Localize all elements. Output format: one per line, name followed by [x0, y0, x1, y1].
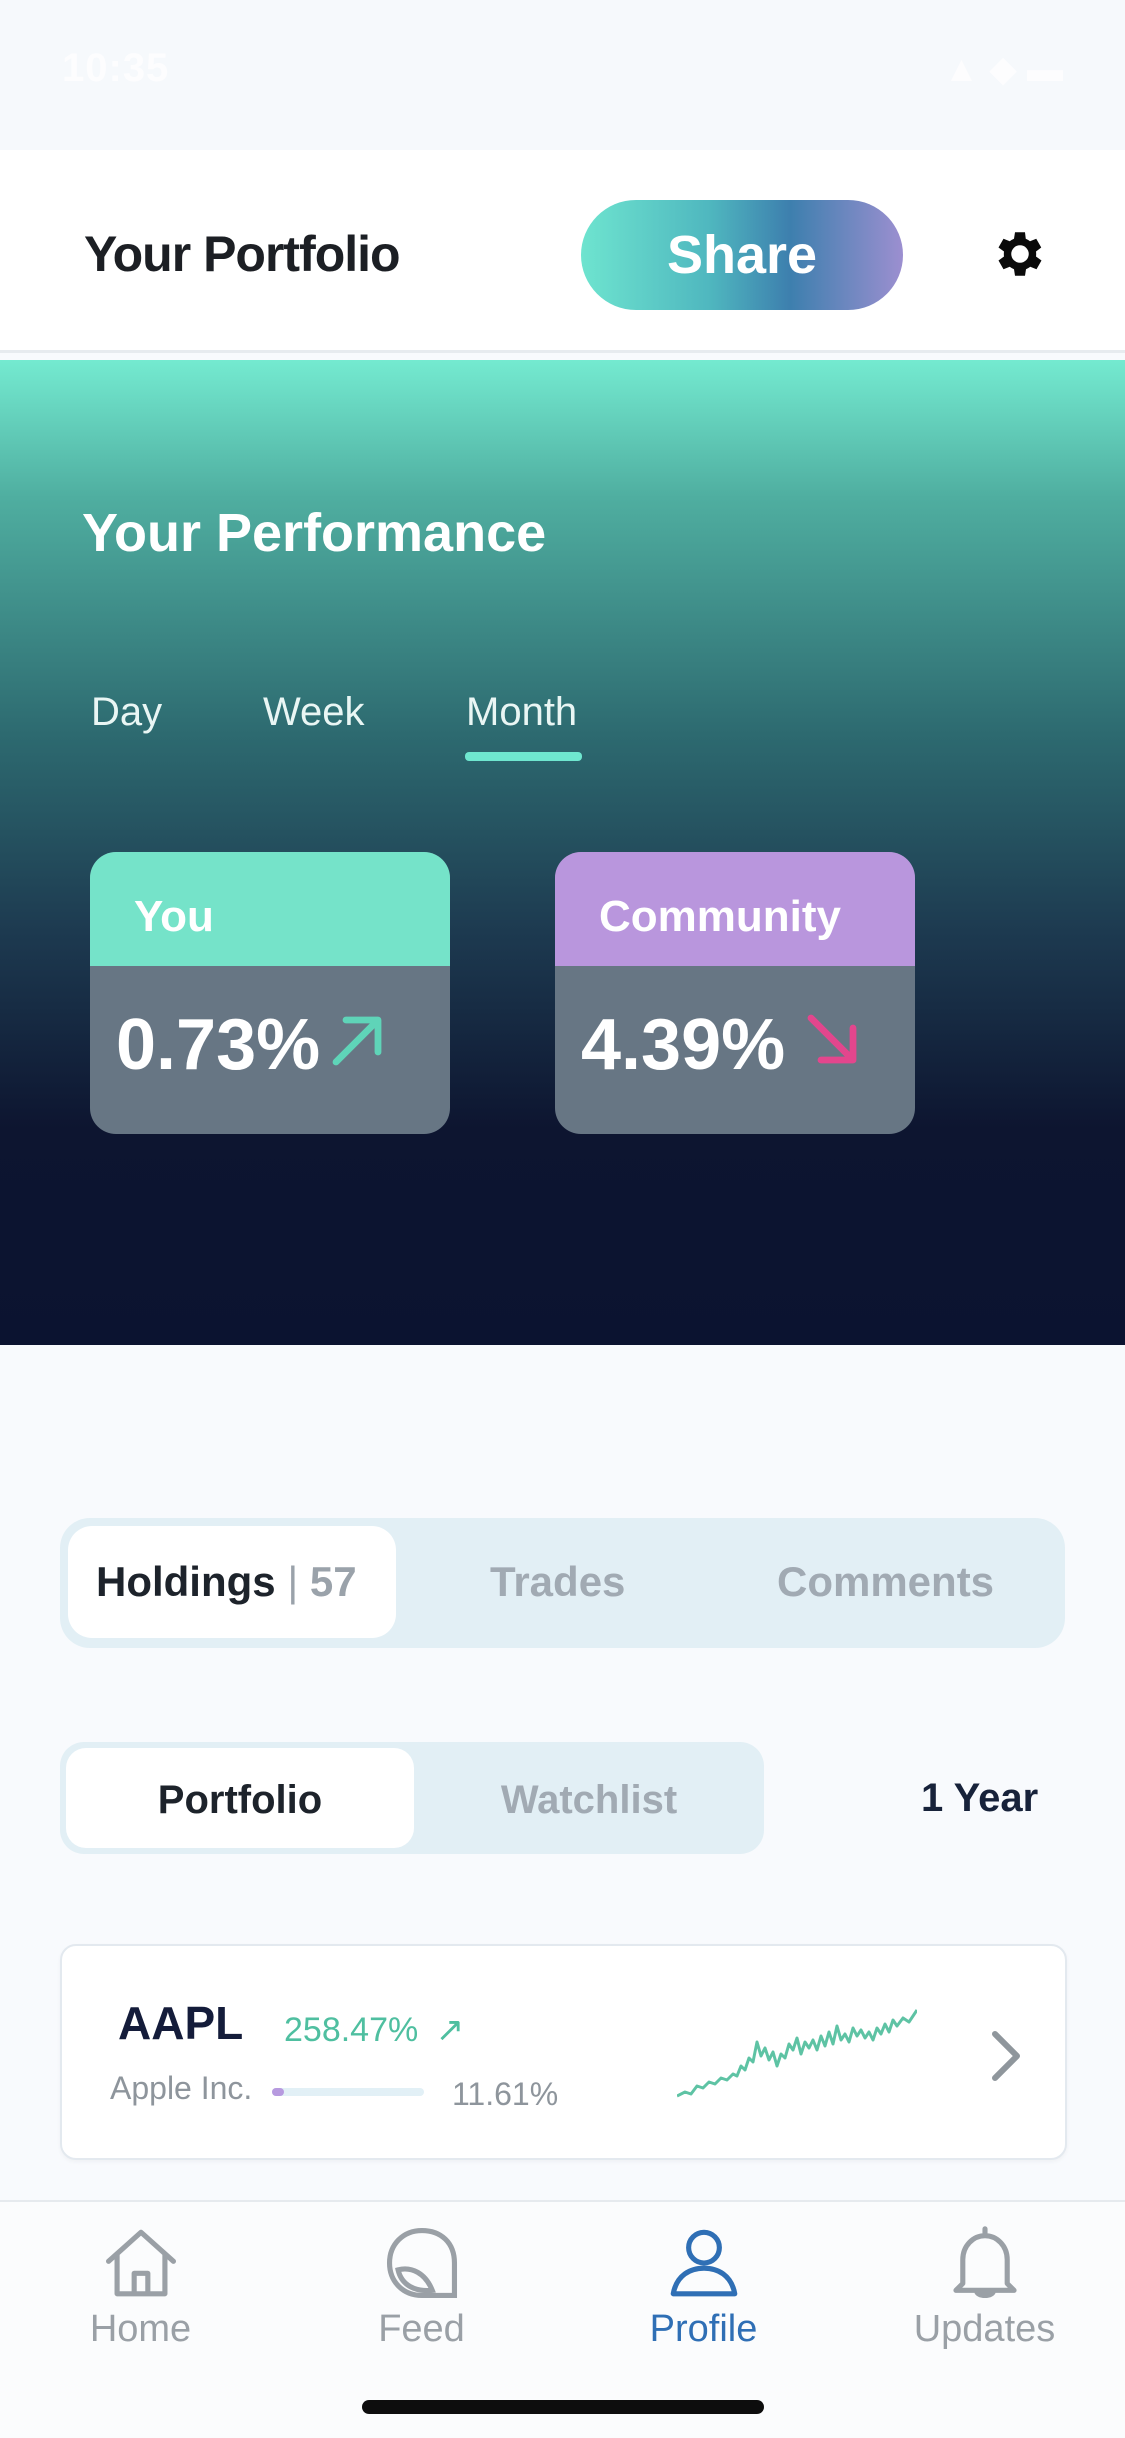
home-indicator	[362, 2400, 764, 2414]
status-time: 10:35	[62, 46, 170, 90]
status-bar: 10:35 ▲ ◆ ▬	[0, 0, 1125, 150]
you-label: You	[134, 892, 214, 941]
page-title: Your Portfolio	[84, 226, 401, 282]
trend-up-icon	[332, 1016, 382, 1066]
holding-company: Apple Inc.	[110, 2070, 253, 2106]
share-button[interactable]: Share	[581, 200, 903, 310]
active-tab-indicator	[465, 752, 582, 761]
tab-watchlist[interactable]: Watchlist	[414, 1778, 764, 1823]
portfolio-weight-fill	[272, 2088, 284, 2096]
tab-week[interactable]: Week	[263, 690, 365, 735]
community-value: 4.39%	[581, 1005, 786, 1085]
you-value: 0.73%	[116, 1005, 321, 1085]
tab-month[interactable]: Month	[466, 690, 577, 735]
feed-icon	[386, 2227, 458, 2299]
tab-home-label: Home	[89, 2308, 192, 2350]
holding-ticker: AAPL	[118, 1997, 244, 2049]
holdings-label: Holdings	[96, 1558, 276, 1605]
tab-feed[interactable]: Feed	[281, 2202, 562, 2392]
profile-icon	[670, 2229, 738, 2297]
holding-change: 258.47% ↗	[284, 2010, 464, 2050]
chevron-right-icon[interactable]	[987, 2026, 1027, 2086]
holdings-divider: |	[287, 1558, 310, 1605]
performance-panel: Your Performance Day Week Month You 0.73…	[0, 360, 1125, 1345]
tab-updates-label: Updates	[913, 2308, 1056, 2350]
tab-feed-label: Feed	[378, 2308, 465, 2350]
trend-down-icon	[807, 1014, 857, 1064]
status-icons: ▲ ◆ ▬	[943, 48, 1063, 89]
time-range-selector[interactable]: 1 Year	[921, 1776, 1038, 1821]
tab-profile-label: Profile	[649, 2308, 758, 2350]
portfolio-label: Portfolio	[157, 1778, 323, 1822]
list-type-toggle: Portfolio Watchlist	[60, 1742, 764, 1854]
holdings-label-group: Holdings | 57	[96, 1558, 357, 1606]
content-tabs: Holdings | 57 Trades Comments	[60, 1518, 1065, 1648]
trend-up-small-icon: ↗	[435, 2011, 465, 2049]
holding-weight: 11.61%	[452, 2076, 559, 2112]
header: Your Portfolio Share	[0, 150, 1125, 353]
bell-icon	[953, 2226, 1017, 2299]
performance-title: Your Performance	[82, 503, 547, 563]
holding-card[interactable]: AAPL 258.47% ↗ Apple Inc. 11.61%	[60, 1944, 1067, 2160]
tab-home[interactable]: Home	[0, 2202, 281, 2392]
community-card-header: Community	[555, 852, 915, 966]
gear-icon[interactable]	[990, 224, 1050, 284]
tab-comments[interactable]: Comments	[777, 1558, 994, 1606]
you-card-header: You	[90, 852, 450, 966]
tab-trades[interactable]: Trades	[490, 1558, 625, 1606]
community-label: Community	[599, 892, 841, 941]
community-performance-card: Community 4.39%	[555, 852, 915, 1134]
you-performance-card: You 0.73%	[90, 852, 450, 1134]
holding-change-value: 258.47%	[284, 2011, 419, 2049]
tab-profile[interactable]: Profile	[563, 2202, 844, 2392]
holdings-count: 57	[309, 1558, 357, 1605]
tab-updates[interactable]: Updates	[844, 2202, 1125, 2392]
home-icon	[105, 2229, 177, 2297]
sparkline-chart	[677, 2009, 917, 2098]
portfolio-weight-bar	[272, 2088, 424, 2096]
tab-portfolio[interactable]: Portfolio	[66, 1748, 414, 1848]
tab-day[interactable]: Day	[91, 690, 162, 735]
